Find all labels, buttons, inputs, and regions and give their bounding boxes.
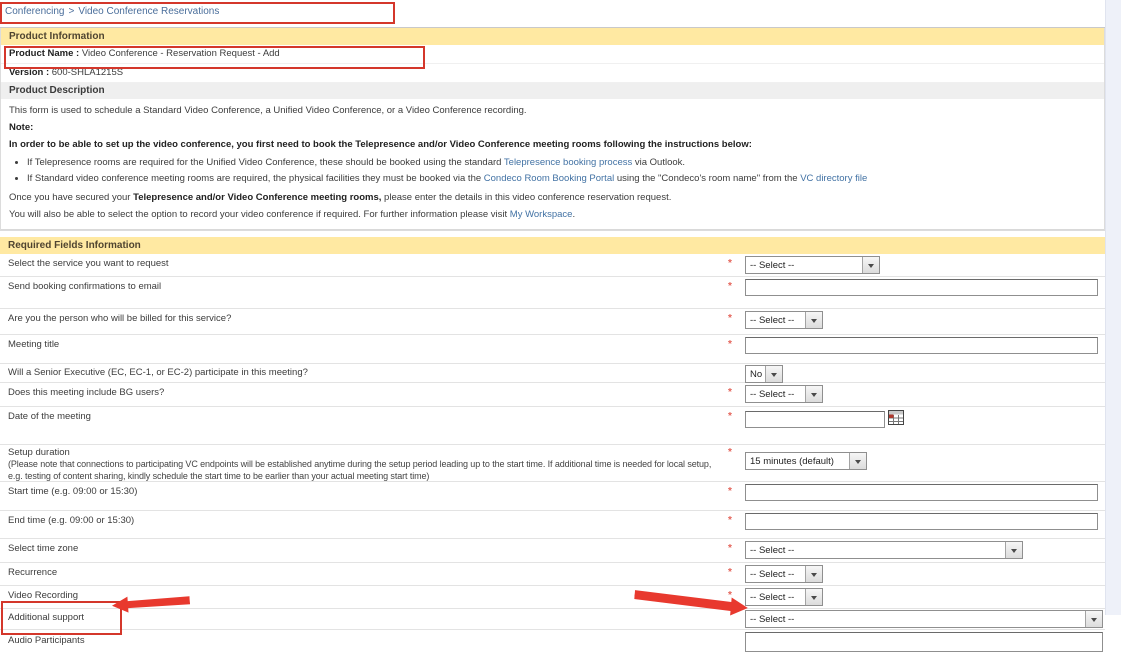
service-select[interactable]: -- Select -- — [745, 256, 880, 274]
condeco-room-booking-portal-link[interactable]: Condeco Room Booking Portal — [484, 173, 614, 184]
field-label: Setup duration (Please note that connect… — [8, 447, 724, 481]
product-name-row: Product Name : Video Conference - Reserv… — [1, 45, 1104, 64]
field-label: End time (e.g. 09:00 or 15:30) — [8, 515, 724, 526]
form-row-time-zone: Select time zone * -- Select -- — [0, 539, 1105, 563]
booking-instruction: In order to be able to set up the video … — [9, 139, 1096, 151]
field-label: Select the service you want to request — [8, 258, 724, 269]
additional-support-select[interactable]: -- Select -- — [745, 610, 1103, 628]
version-label: Version : — [9, 67, 49, 78]
product-name-label: Product Name : — [9, 48, 79, 59]
billed-select[interactable]: -- Select -- — [745, 311, 823, 329]
product-information-header: Product Information — [1, 28, 1104, 45]
required-asterisk: * — [728, 281, 732, 292]
setup-duration-select[interactable]: 15 minutes (default) — [745, 452, 867, 470]
field-label: Will a Senior Executive (EC, EC-1, or EC… — [8, 367, 724, 378]
form-row-service: Select the service you want to request *… — [0, 254, 1105, 277]
recurrence-select[interactable]: -- Select -- — [745, 565, 823, 583]
product-info-section: Product Information Product Name : Video… — [0, 28, 1105, 231]
required-asterisk: * — [728, 411, 732, 422]
chevron-down-icon — [805, 589, 822, 605]
required-asterisk: * — [728, 486, 732, 497]
note-label: Note: — [9, 122, 1096, 134]
form-row-bg-users: Does this meeting include BG users? * --… — [0, 383, 1105, 407]
chevron-down-icon — [849, 453, 866, 469]
version-value: 600-SHLA1215S — [49, 67, 123, 78]
form-row-additional-support: Additional support -- Select -- — [0, 609, 1105, 630]
breadcrumb-link-video-conference-reservations[interactable]: Video Conference Reservations — [78, 6, 219, 17]
chevron-down-icon — [1085, 611, 1102, 627]
email-input[interactable] — [745, 279, 1098, 296]
description-intro: This form is used to schedule a Standard… — [9, 105, 1096, 117]
required-asterisk: * — [728, 567, 732, 578]
form-row-end-time: End time (e.g. 09:00 or 15:30) * — [0, 511, 1105, 539]
required-asterisk: * — [728, 387, 732, 398]
field-label: Are you the person who will be billed fo… — [8, 313, 724, 324]
field-label: Date of the meeting — [8, 411, 724, 422]
chevron-down-icon — [805, 386, 822, 402]
required-fields-header: Required Fields Information — [0, 237, 1105, 254]
page-margin — [1105, 0, 1121, 615]
breadcrumb-link-conferencing[interactable]: Conferencing — [5, 6, 64, 17]
form-row-setup-duration: Setup duration (Please note that connect… — [0, 445, 1105, 482]
field-label: Start time (e.g. 09:00 or 15:30) — [8, 486, 724, 497]
end-time-input[interactable] — [745, 513, 1098, 530]
my-workspace-link[interactable]: My Workspace — [510, 209, 573, 220]
start-time-input[interactable] — [745, 484, 1098, 501]
field-label: Audio Participants — [8, 635, 724, 646]
form-row-meeting-title: Meeting title * — [0, 335, 1105, 364]
form-row-start-time: Start time (e.g. 09:00 or 15:30) * — [0, 482, 1105, 511]
form-row-senior-executive: Will a Senior Executive (EC, EC-1, or EC… — [0, 364, 1105, 383]
breadcrumb: Conferencing>Video Conference Reservatio… — [0, 0, 1105, 27]
meeting-title-input[interactable] — [745, 337, 1098, 354]
form-row-video-recording: Video Recording * -- Select -- — [0, 586, 1105, 609]
form-row-recurrence: Recurrence * -- Select -- — [0, 563, 1105, 586]
required-asterisk: * — [728, 258, 732, 269]
field-label: Video Recording — [8, 590, 724, 601]
breadcrumb-separator: > — [64, 6, 78, 17]
chevron-down-icon — [862, 257, 879, 273]
bg-users-select[interactable]: -- Select -- — [745, 385, 823, 403]
chevron-down-icon — [1005, 542, 1022, 558]
calendar-icon[interactable] — [888, 410, 904, 428]
required-asterisk: * — [728, 543, 732, 554]
chevron-down-icon — [805, 312, 822, 328]
form-row-date: Date of the meeting * — [0, 407, 1105, 445]
video-recording-select[interactable]: -- Select -- — [745, 588, 823, 606]
field-label: Send booking confirmations to email — [8, 281, 724, 292]
field-label: Additional support — [8, 612, 724, 623]
field-label: Select time zone — [8, 543, 724, 554]
required-asterisk: * — [728, 590, 732, 601]
audio-participants-input[interactable] — [745, 632, 1103, 652]
form-row-audio-participants: Audio Participants — [0, 630, 1105, 643]
setup-duration-note: (Please note that connections to partici… — [8, 459, 724, 481]
recording-info-text: You will also be able to select the opti… — [9, 209, 1096, 221]
page-content: Conferencing>Video Conference Reservatio… — [0, 0, 1105, 643]
list-item-standard-vc: If Standard video conference meeting roo… — [27, 171, 1096, 187]
chevron-down-icon — [765, 366, 782, 382]
required-asterisk: * — [728, 515, 732, 526]
required-asterisk: * — [728, 313, 732, 324]
time-zone-select[interactable]: -- Select -- — [745, 541, 1023, 559]
list-item-telepresence: If Telepresence rooms are required for t… — [27, 155, 1096, 171]
required-fields-form: Select the service you want to request *… — [0, 254, 1105, 643]
field-label: Does this meeting include BG users? — [8, 387, 724, 398]
chevron-down-icon — [805, 566, 822, 582]
product-description-body: This form is used to schedule a Standard… — [1, 99, 1104, 230]
field-label: Recurrence — [8, 567, 724, 578]
product-name-value: Video Conference - Reservation Request -… — [79, 48, 280, 59]
instruction-list: If Telepresence rooms are required for t… — [27, 155, 1096, 187]
required-asterisk: * — [728, 339, 732, 350]
form-row-billed: Are you the person who will be billed fo… — [0, 309, 1105, 335]
telepresence-booking-process-link[interactable]: Telepresence booking process — [504, 157, 632, 168]
date-input[interactable] — [745, 411, 885, 428]
vc-directory-file-link[interactable]: VC directory file — [800, 173, 867, 184]
senior-executive-select[interactable]: No — [745, 365, 783, 383]
required-asterisk: * — [728, 447, 732, 458]
field-label: Meeting title — [8, 339, 724, 350]
secured-rooms-text: Once you have secured your Telepresence … — [9, 192, 1096, 204]
form-row-email: Send booking confirmations to email * — [0, 277, 1105, 309]
version-row: Version : 600-SHLA1215S — [1, 64, 1104, 83]
product-description-header: Product Description — [1, 83, 1104, 99]
